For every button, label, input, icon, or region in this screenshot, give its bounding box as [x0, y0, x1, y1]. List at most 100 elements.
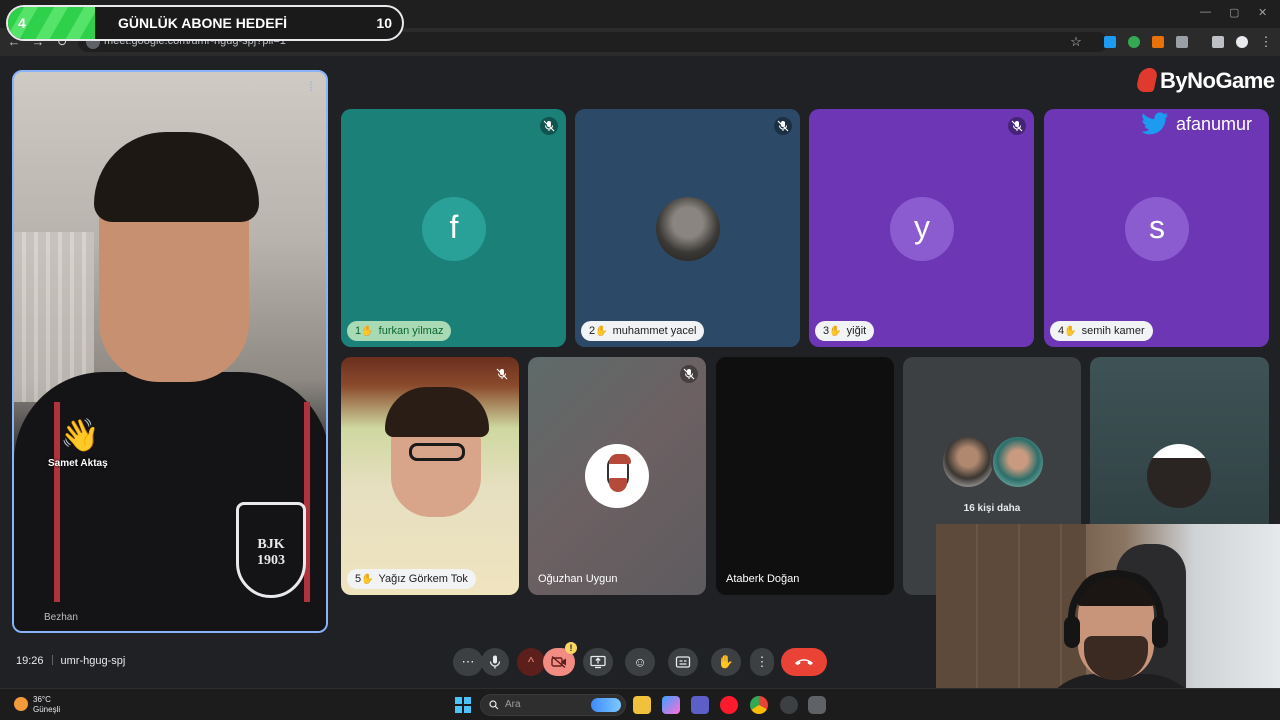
- bynogame-logo-icon: [1135, 68, 1159, 92]
- wave-reaction-icon: 👋: [60, 417, 100, 453]
- participant-tile[interactable]: Ataberk Doğan: [716, 357, 894, 595]
- extension-icon[interactable]: [1128, 36, 1140, 48]
- captions-button[interactable]: [668, 648, 698, 676]
- hang-up-icon: [795, 659, 813, 666]
- participant-avatar: y: [890, 197, 954, 261]
- more-participants-label: 16 kişi daha: [963, 503, 1021, 514]
- browser-menu-icon[interactable]: ⋮: [1258, 34, 1274, 50]
- settings-gear-icon[interactable]: [808, 696, 826, 714]
- goal-title: GÜNLÜK ABONE HEDEFİ: [118, 15, 288, 31]
- self-video-tile[interactable]: BJK 1903 👋 Samet Aktaş ⁞ Bezhan: [12, 70, 328, 633]
- more-options-button[interactable]: ⋮: [750, 648, 774, 676]
- participant-name-chip: 5✋ Yağız Görkem Tok: [347, 569, 476, 589]
- microphone-button[interactable]: [481, 648, 509, 676]
- video-settings-button[interactable]: ^: [517, 648, 545, 676]
- self-tile-name: Bezhan: [44, 612, 78, 623]
- extension-icon[interactable]: [1104, 36, 1116, 48]
- profile-avatar[interactable]: [1236, 36, 1248, 48]
- raised-hand-icon: ✋: [595, 326, 608, 337]
- weather-condition: Güneşli: [33, 705, 61, 714]
- reading-list-icon[interactable]: [1212, 36, 1224, 48]
- leave-call-button[interactable]: [781, 648, 827, 676]
- participant-tile[interactable]: Oğuzhan Uygun: [528, 357, 706, 595]
- headset-earcup: [1064, 616, 1080, 648]
- raised-hand-icon: ✋: [361, 326, 374, 337]
- twitter-bird-icon: [1141, 112, 1169, 135]
- file-explorer-icon[interactable]: [633, 696, 651, 714]
- headset-earcup: [1152, 616, 1168, 648]
- participant-photo: [991, 435, 1045, 489]
- meeting-details: 19:26 umr-hgug-spj: [16, 655, 125, 667]
- camera-toggle-button[interactable]: !: [543, 642, 577, 676]
- weather-widget[interactable]: 36°C Güneşli: [33, 695, 60, 715]
- windows-start-icon[interactable]: [455, 697, 471, 713]
- glasses: [409, 443, 465, 461]
- participant-tile[interactable]: 2✋ muhammet yacel: [575, 109, 800, 347]
- sponsor-logo: ByNoGame: [1135, 68, 1275, 94]
- muted-mic-icon: [680, 365, 698, 383]
- maximize-icon[interactable]: ▢: [1229, 6, 1239, 19]
- meeting-time: 19:26: [16, 655, 44, 667]
- participant-avatar: f: [422, 197, 486, 261]
- extension-icon[interactable]: [1152, 36, 1164, 48]
- more-vert-icon: ⋮: [755, 654, 769, 669]
- goal-target: 10: [376, 15, 392, 31]
- chevron-up-icon: ^: [527, 654, 535, 670]
- club-crest: BJK 1903: [236, 502, 306, 598]
- participant-hair: [94, 132, 259, 222]
- participant-tile[interactable]: s 4✋ semih kamer: [1044, 109, 1269, 347]
- participant-avatar: [585, 444, 649, 508]
- hand-icon: ✋: [717, 654, 735, 669]
- subscriber-goal-bar: 4 GÜNLÜK ABONE HEDEFİ 10: [6, 5, 404, 41]
- search-icon: [489, 700, 499, 710]
- raised-hand-icon: ✋: [361, 574, 374, 585]
- opera-icon[interactable]: [720, 696, 738, 714]
- close-window-icon[interactable]: ✕: [1258, 6, 1267, 19]
- raised-hand-icon: ✋: [1064, 326, 1077, 337]
- captions-icon: [675, 656, 691, 668]
- app-icon[interactable]: [780, 696, 798, 714]
- participant-avatar: s: [1125, 197, 1189, 261]
- teams-icon[interactable]: [691, 696, 709, 714]
- participant-photo: [1147, 444, 1211, 508]
- search-highlight-icon: [591, 698, 621, 712]
- reaction-sender-name: Samet Aktaş: [48, 458, 108, 469]
- reactions-button[interactable]: ☺: [625, 648, 655, 676]
- present-button[interactable]: [583, 648, 613, 676]
- participant-name-chip: 2✋ muhammet yacel: [581, 321, 705, 341]
- present-screen-icon: [590, 655, 606, 669]
- audio-settings-button[interactable]: ⋯: [453, 648, 483, 676]
- microphone-icon: [489, 655, 501, 669]
- participant-photo: [656, 197, 720, 261]
- chrome-icon[interactable]: [750, 696, 768, 714]
- raise-hand-button[interactable]: ✋: [711, 648, 741, 676]
- participant-name: Ataberk Doğan: [726, 573, 800, 585]
- participant-tile[interactable]: y 3✋ yiğit: [809, 109, 1034, 347]
- muted-mic-icon: [493, 365, 511, 383]
- participant-tile[interactable]: 5✋ Yağız Görkem Tok: [341, 357, 519, 595]
- participant-tile[interactable]: f 1✋ furkan yilmaz: [341, 109, 566, 347]
- temperature: 36°C: [33, 695, 51, 704]
- more-dots-icon: ⋯: [461, 654, 475, 669]
- muted-mic-icon: [1008, 117, 1026, 135]
- taskbar-search[interactable]: Ara: [480, 694, 626, 716]
- meeting-code: umr-hgug-spj: [60, 655, 126, 667]
- muted-mic-icon: [774, 117, 792, 135]
- windows-taskbar: 36°C Güneşli Ara: [0, 688, 1280, 720]
- minimize-icon[interactable]: —: [1200, 6, 1211, 18]
- search-placeholder: Ara: [505, 699, 521, 710]
- jersey-stripe: [304, 402, 310, 602]
- twitter-handle: afanumur: [1140, 112, 1252, 136]
- goal-current: 4: [18, 15, 26, 31]
- extensions-puzzle-icon[interactable]: [1176, 36, 1188, 48]
- bookmark-star-icon[interactable]: ☆: [1068, 34, 1084, 50]
- screen: — ▢ ✕ ← → ↻ meet.google.com/umr-hgug-spj…: [0, 0, 1280, 720]
- participant-photo: [941, 435, 995, 489]
- participant-name-chip: 1✋ furkan yilmaz: [347, 321, 452, 341]
- raised-hand-icon: ✋: [829, 326, 842, 337]
- participant-name-chip: 3✋ yiğit: [815, 321, 875, 341]
- tile-options-icon[interactable]: ⁞: [304, 80, 318, 94]
- copilot-icon[interactable]: [662, 696, 680, 714]
- emoji-icon: ☺: [633, 654, 647, 670]
- weather-sun-icon[interactable]: [14, 697, 28, 711]
